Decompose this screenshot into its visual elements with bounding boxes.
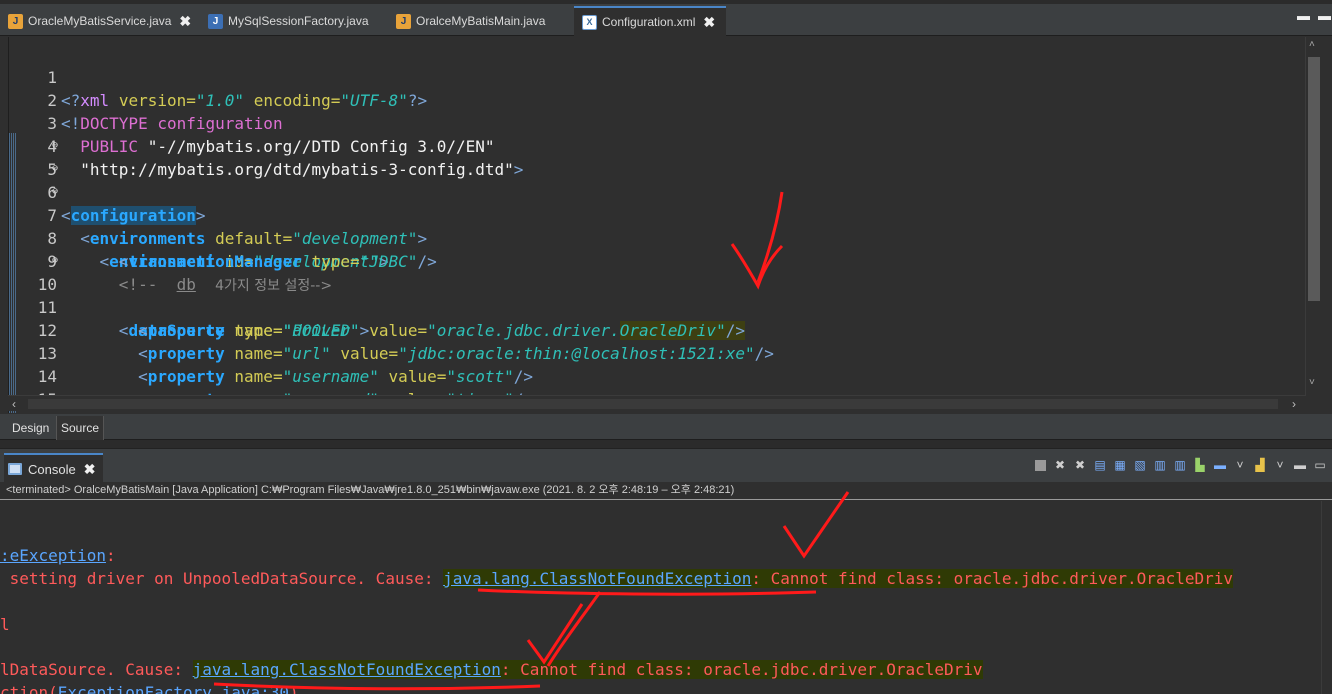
pin-console-icon[interactable]: ▙ <box>1192 457 1208 473</box>
fold-toggle-icon[interactable]: ⊖ <box>52 249 58 272</box>
stack-trace-link[interactable]: ExceptionFactory.java:30 <box>58 683 289 694</box>
chevron-down-icon[interactable]: ˅ <box>1232 457 1248 473</box>
fold-toggle-icon[interactable]: ⊖ <box>52 157 58 180</box>
scroll-thumb[interactable] <box>28 399 1278 409</box>
minimize-icon[interactable]: ▬ <box>1292 457 1308 473</box>
code-editor[interactable]: 1 <?xml version="1.0" encoding="UTF-8"?>… <box>8 37 1324 413</box>
java-class-icon: J <box>208 13 223 29</box>
close-icon[interactable]: ✖ <box>84 461 96 478</box>
console-toolbar: ✖ ✖ ▤ ▦ ▧ ▥ ▥ ▙ ▬ ˅ ▟ ˅ ▬ ▭ <box>1033 457 1328 473</box>
code-line: 4 "http://mybatis.org/dtd/mybatis-3-conf… <box>9 112 1309 179</box>
tab-label: Configuration.xml <box>602 15 696 29</box>
editor-vertical-scrollbar[interactable]: ˄ ˅ <box>1305 37 1321 395</box>
tab-label: MySqlSessionFactory.java <box>228 14 369 28</box>
tab-oracle-mybatis-service[interactable]: J OracleMyBatisService.java ✖ <box>0 6 199 36</box>
tab-source[interactable]: Source <box>56 416 105 440</box>
toolbar-strip <box>0 0 1332 4</box>
scroll-up-icon[interactable]: ˄ <box>1309 39 1315 50</box>
scroll-down-icon[interactable]: ˅ <box>1309 377 1315 388</box>
word-wrap-icon[interactable]: ▧ <box>1132 457 1148 473</box>
code-line: 11 <property name="driver" value="oracle… <box>9 273 1309 340</box>
minimize-icon[interactable]: ▬ <box>1297 8 1310 23</box>
console-output[interactable]: :eException: setting driver on UnpooledD… <box>0 501 1320 694</box>
close-icon[interactable]: ✖ <box>179 13 191 30</box>
code-line: 7 ⊖ <environment id="development"> <box>9 180 1309 271</box>
code-line: 6 ⊖ <environments default="development"> <box>9 157 1309 248</box>
tab-label: OralceMyBatisMain.java <box>416 14 546 28</box>
console-line: lDataSource. Cause: java.lang.ClassNotFo… <box>0 660 983 679</box>
maximize-icon[interactable]: ▭ <box>1312 457 1328 473</box>
chevron-down-icon[interactable]: ˅ <box>1272 457 1288 473</box>
close-icon[interactable]: ✖ <box>703 14 715 31</box>
editor-tab-bar: J OracleMyBatisService.java ✖ J MySqlSes… <box>0 0 1332 36</box>
tab-label: OracleMyBatisService.java <box>28 14 172 28</box>
panel-splitter[interactable] <box>0 440 1332 448</box>
code-line: 8 <transactionManager type="JDBC"/> <box>9 204 1309 271</box>
code-line: 10 ⊖ <dataSource type="POOLED"> <box>9 249 1309 340</box>
scroll-left-icon[interactable]: ‹ <box>12 397 16 411</box>
code-line: 5 ⊖ <configuration> <box>9 134 1309 225</box>
console-line: l <box>0 615 10 634</box>
console-icon <box>8 463 22 475</box>
show-on-output-icon[interactable]: ▥ <box>1152 457 1168 473</box>
terminate-icon[interactable] <box>1035 459 1046 471</box>
code-line: 15 </dataSource> <box>9 365 1309 409</box>
scroll-lock-icon[interactable]: ▦ <box>1112 457 1128 473</box>
tab-design[interactable]: Design <box>8 416 53 440</box>
console-status: <terminated> OralceMyBatisMain [Java App… <box>0 482 1332 500</box>
code-line: 13 <property name="username" value="scot… <box>9 319 1309 386</box>
new-console-icon[interactable]: ▟ <box>1252 457 1268 473</box>
tab-oralce-mybatis-main[interactable]: J OralceMyBatisMain.java <box>388 6 545 36</box>
editor-horizontal-scrollbar[interactable]: ‹ › <box>8 395 1306 411</box>
xml-file-icon: X <box>582 14 597 30</box>
console-line: setting driver on UnpooledDataSource. Ca… <box>0 569 1233 588</box>
console-tab-label: Console <box>28 461 76 477</box>
exception-link[interactable]: :eException <box>0 546 106 565</box>
clear-console-icon[interactable]: ▤ <box>1092 457 1108 473</box>
console-line: ction(ExceptionFactory.java:30) <box>0 682 299 694</box>
code-line: 12 <property name="url" value="jdbc:orac… <box>9 296 1309 363</box>
show-on-error-icon[interactable]: ▥ <box>1172 457 1188 473</box>
code-line: 3 PUBLIC "-//mybatis.org//DTD Config 3.0… <box>9 89 1309 156</box>
remove-all-icon[interactable]: ✖ <box>1072 457 1088 473</box>
code-line: 9 <!-- db 4가지 정보 설정--> <box>9 227 1309 294</box>
tab-configuration-xml[interactable]: X Configuration.xml ✖ <box>574 6 726 36</box>
console-line: :eException: <box>0 546 116 565</box>
exception-link[interactable]: java.lang.ClassNotFoundException <box>193 660 501 679</box>
fold-toggle-icon[interactable]: ⊖ <box>52 134 58 157</box>
remove-launch-icon[interactable]: ✖ <box>1052 457 1068 473</box>
exception-link[interactable]: java.lang.ClassNotFoundException <box>443 569 751 588</box>
java-file-icon: J <box>8 13 23 29</box>
maximize-icon[interactable]: ▬ <box>1318 8 1331 23</box>
code-line: 1 <?xml version="1.0" encoding="UTF-8"?> <box>9 43 1309 110</box>
tab-console[interactable]: Console ✖ <box>4 453 104 483</box>
scroll-thumb[interactable] <box>1308 57 1320 301</box>
display-console-icon[interactable]: ▬ <box>1212 457 1228 473</box>
console-vertical-scrollbar[interactable] <box>1321 501 1332 694</box>
editor-mode-tabs: Design Source <box>0 414 1332 440</box>
console-header: Console ✖ ✖ ✖ ▤ ▦ ▧ ▥ ▥ ▙ ▬ ˅ ▟ ˅ ▬ ▭ <box>0 448 1332 483</box>
java-file-icon: J <box>396 13 411 29</box>
scroll-right-icon[interactable]: › <box>1292 397 1296 411</box>
tab-mysql-session-factory[interactable]: J MySqlSessionFactory.java <box>200 6 369 36</box>
fold-toggle-icon[interactable]: ⊖ <box>52 180 58 203</box>
code-line: 2 <!DOCTYPE configuration <box>9 66 1309 133</box>
code-line: 14 <property name="password" value="tige… <box>9 342 1309 409</box>
